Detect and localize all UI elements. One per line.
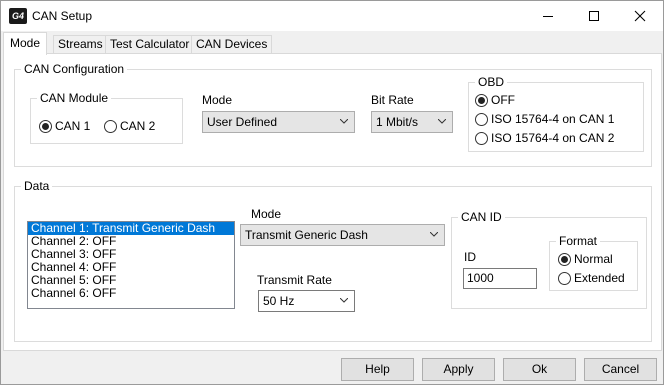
can-configuration-group: CAN Configuration CAN Module CAN 1 CAN 2… bbox=[14, 62, 652, 167]
can-module-can1-label: CAN 1 bbox=[55, 119, 91, 133]
radio-checked-icon bbox=[475, 93, 488, 107]
window-title: CAN Setup bbox=[32, 9, 93, 23]
minimize-button[interactable] bbox=[525, 1, 571, 31]
chevron-down-icon bbox=[340, 298, 348, 303]
mode-label: Mode bbox=[202, 93, 233, 107]
cancel-button[interactable]: Cancel bbox=[584, 358, 657, 381]
data-title: Data bbox=[21, 179, 53, 193]
obd-iso-can1-label: ISO 15764-4 on CAN 1 bbox=[491, 112, 615, 126]
bit-rate-dropdown-value: 1 Mbit/s bbox=[376, 115, 419, 129]
data-mode-dropdown[interactable]: Transmit Generic Dash bbox=[240, 224, 445, 246]
can-module-can2-label: CAN 2 bbox=[120, 119, 156, 133]
format-extended-label: Extended bbox=[574, 271, 625, 285]
format-normal-label: Normal bbox=[574, 252, 613, 266]
radio-unchecked-icon bbox=[104, 119, 117, 133]
close-icon bbox=[634, 10, 646, 22]
minimize-icon bbox=[543, 15, 553, 17]
can-configuration-title: CAN Configuration bbox=[21, 62, 128, 76]
radio-unchecked-icon bbox=[558, 271, 571, 285]
obd-iso-can2-radio[interactable]: ISO 15764-4 on CAN 2 bbox=[475, 131, 614, 145]
obd-off-radio[interactable]: OFF bbox=[475, 93, 515, 107]
chevron-down-icon bbox=[340, 119, 348, 124]
tab-strip: Mode Streams Test Calculator CAN Devices bbox=[3, 32, 661, 55]
can-module-can1-radio[interactable]: CAN 1 bbox=[39, 119, 90, 133]
obd-iso-can1-radio[interactable]: ISO 15764-4 on CAN 1 bbox=[475, 112, 614, 126]
bit-rate-dropdown[interactable]: 1 Mbit/s bbox=[371, 111, 453, 133]
app-logo-icon: G4 bbox=[9, 8, 27, 24]
transmit-rate-label: Transmit Rate bbox=[257, 273, 332, 287]
mode-tab-panel: CAN Configuration CAN Module CAN 1 CAN 2… bbox=[3, 53, 662, 351]
can-id-group: CAN ID ID 1000 Format Normal Extended bbox=[451, 210, 647, 309]
title-bar: G4 CAN Setup bbox=[1, 1, 663, 31]
data-mode-label: Mode bbox=[251, 207, 282, 221]
transmit-rate-dropdown[interactable]: 50 Hz bbox=[258, 290, 355, 312]
obd-iso-can2-label: ISO 15764-4 on CAN 2 bbox=[491, 131, 615, 145]
radio-checked-icon bbox=[558, 252, 571, 266]
radio-checked-icon bbox=[39, 119, 52, 133]
mode-dropdown[interactable]: User Defined bbox=[202, 111, 355, 133]
apply-button[interactable]: Apply bbox=[422, 358, 495, 381]
transmit-rate-dropdown-value: 50 Hz bbox=[263, 294, 295, 308]
format-group: Format Normal Extended bbox=[549, 234, 638, 291]
obd-group: OBD OFF ISO 15764-4 on CAN 1 ISO 15764-4… bbox=[468, 75, 644, 152]
tab-streams[interactable]: Streams bbox=[53, 35, 108, 54]
maximize-icon bbox=[589, 11, 599, 21]
tab-can-devices[interactable]: CAN Devices bbox=[191, 35, 273, 54]
chevron-down-icon bbox=[430, 232, 438, 237]
radio-unchecked-icon bbox=[475, 131, 488, 145]
id-label: ID bbox=[464, 250, 476, 264]
tab-test-calculator[interactable]: Test Calculator bbox=[105, 35, 195, 54]
bit-rate-label: Bit Rate bbox=[371, 93, 414, 107]
id-input[interactable]: 1000 bbox=[463, 268, 537, 289]
format-title: Format bbox=[556, 234, 601, 248]
chevron-down-icon bbox=[438, 119, 446, 124]
mode-dropdown-value: User Defined bbox=[207, 115, 278, 129]
can-module-title: CAN Module bbox=[37, 91, 112, 105]
format-normal-radio[interactable]: Normal bbox=[558, 252, 613, 266]
tab-mode[interactable]: Mode bbox=[3, 32, 48, 55]
can-setup-window: G4 CAN Setup Mode Streams Test Calculato… bbox=[0, 0, 664, 385]
data-mode-dropdown-value: Transmit Generic Dash bbox=[245, 228, 368, 242]
can-module-can2-radio[interactable]: CAN 2 bbox=[104, 119, 155, 133]
help-button[interactable]: Help bbox=[341, 358, 414, 381]
channel-listbox[interactable]: Channel 1: Transmit Generic Dash Channel… bbox=[27, 221, 235, 309]
ok-button[interactable]: Ok bbox=[503, 358, 576, 381]
radio-unchecked-icon bbox=[475, 112, 488, 126]
obd-off-label: OFF bbox=[491, 93, 515, 107]
can-id-title: CAN ID bbox=[458, 210, 505, 224]
close-button[interactable] bbox=[617, 1, 663, 31]
maximize-button[interactable] bbox=[571, 1, 617, 31]
can-module-group: CAN Module CAN 1 CAN 2 bbox=[30, 91, 183, 144]
data-group: Data Channel 1: Transmit Generic Dash Ch… bbox=[14, 179, 652, 342]
format-extended-radio[interactable]: Extended bbox=[558, 271, 625, 285]
obd-title: OBD bbox=[475, 75, 508, 89]
channel-list-item[interactable]: Channel 6: OFF bbox=[28, 287, 234, 300]
